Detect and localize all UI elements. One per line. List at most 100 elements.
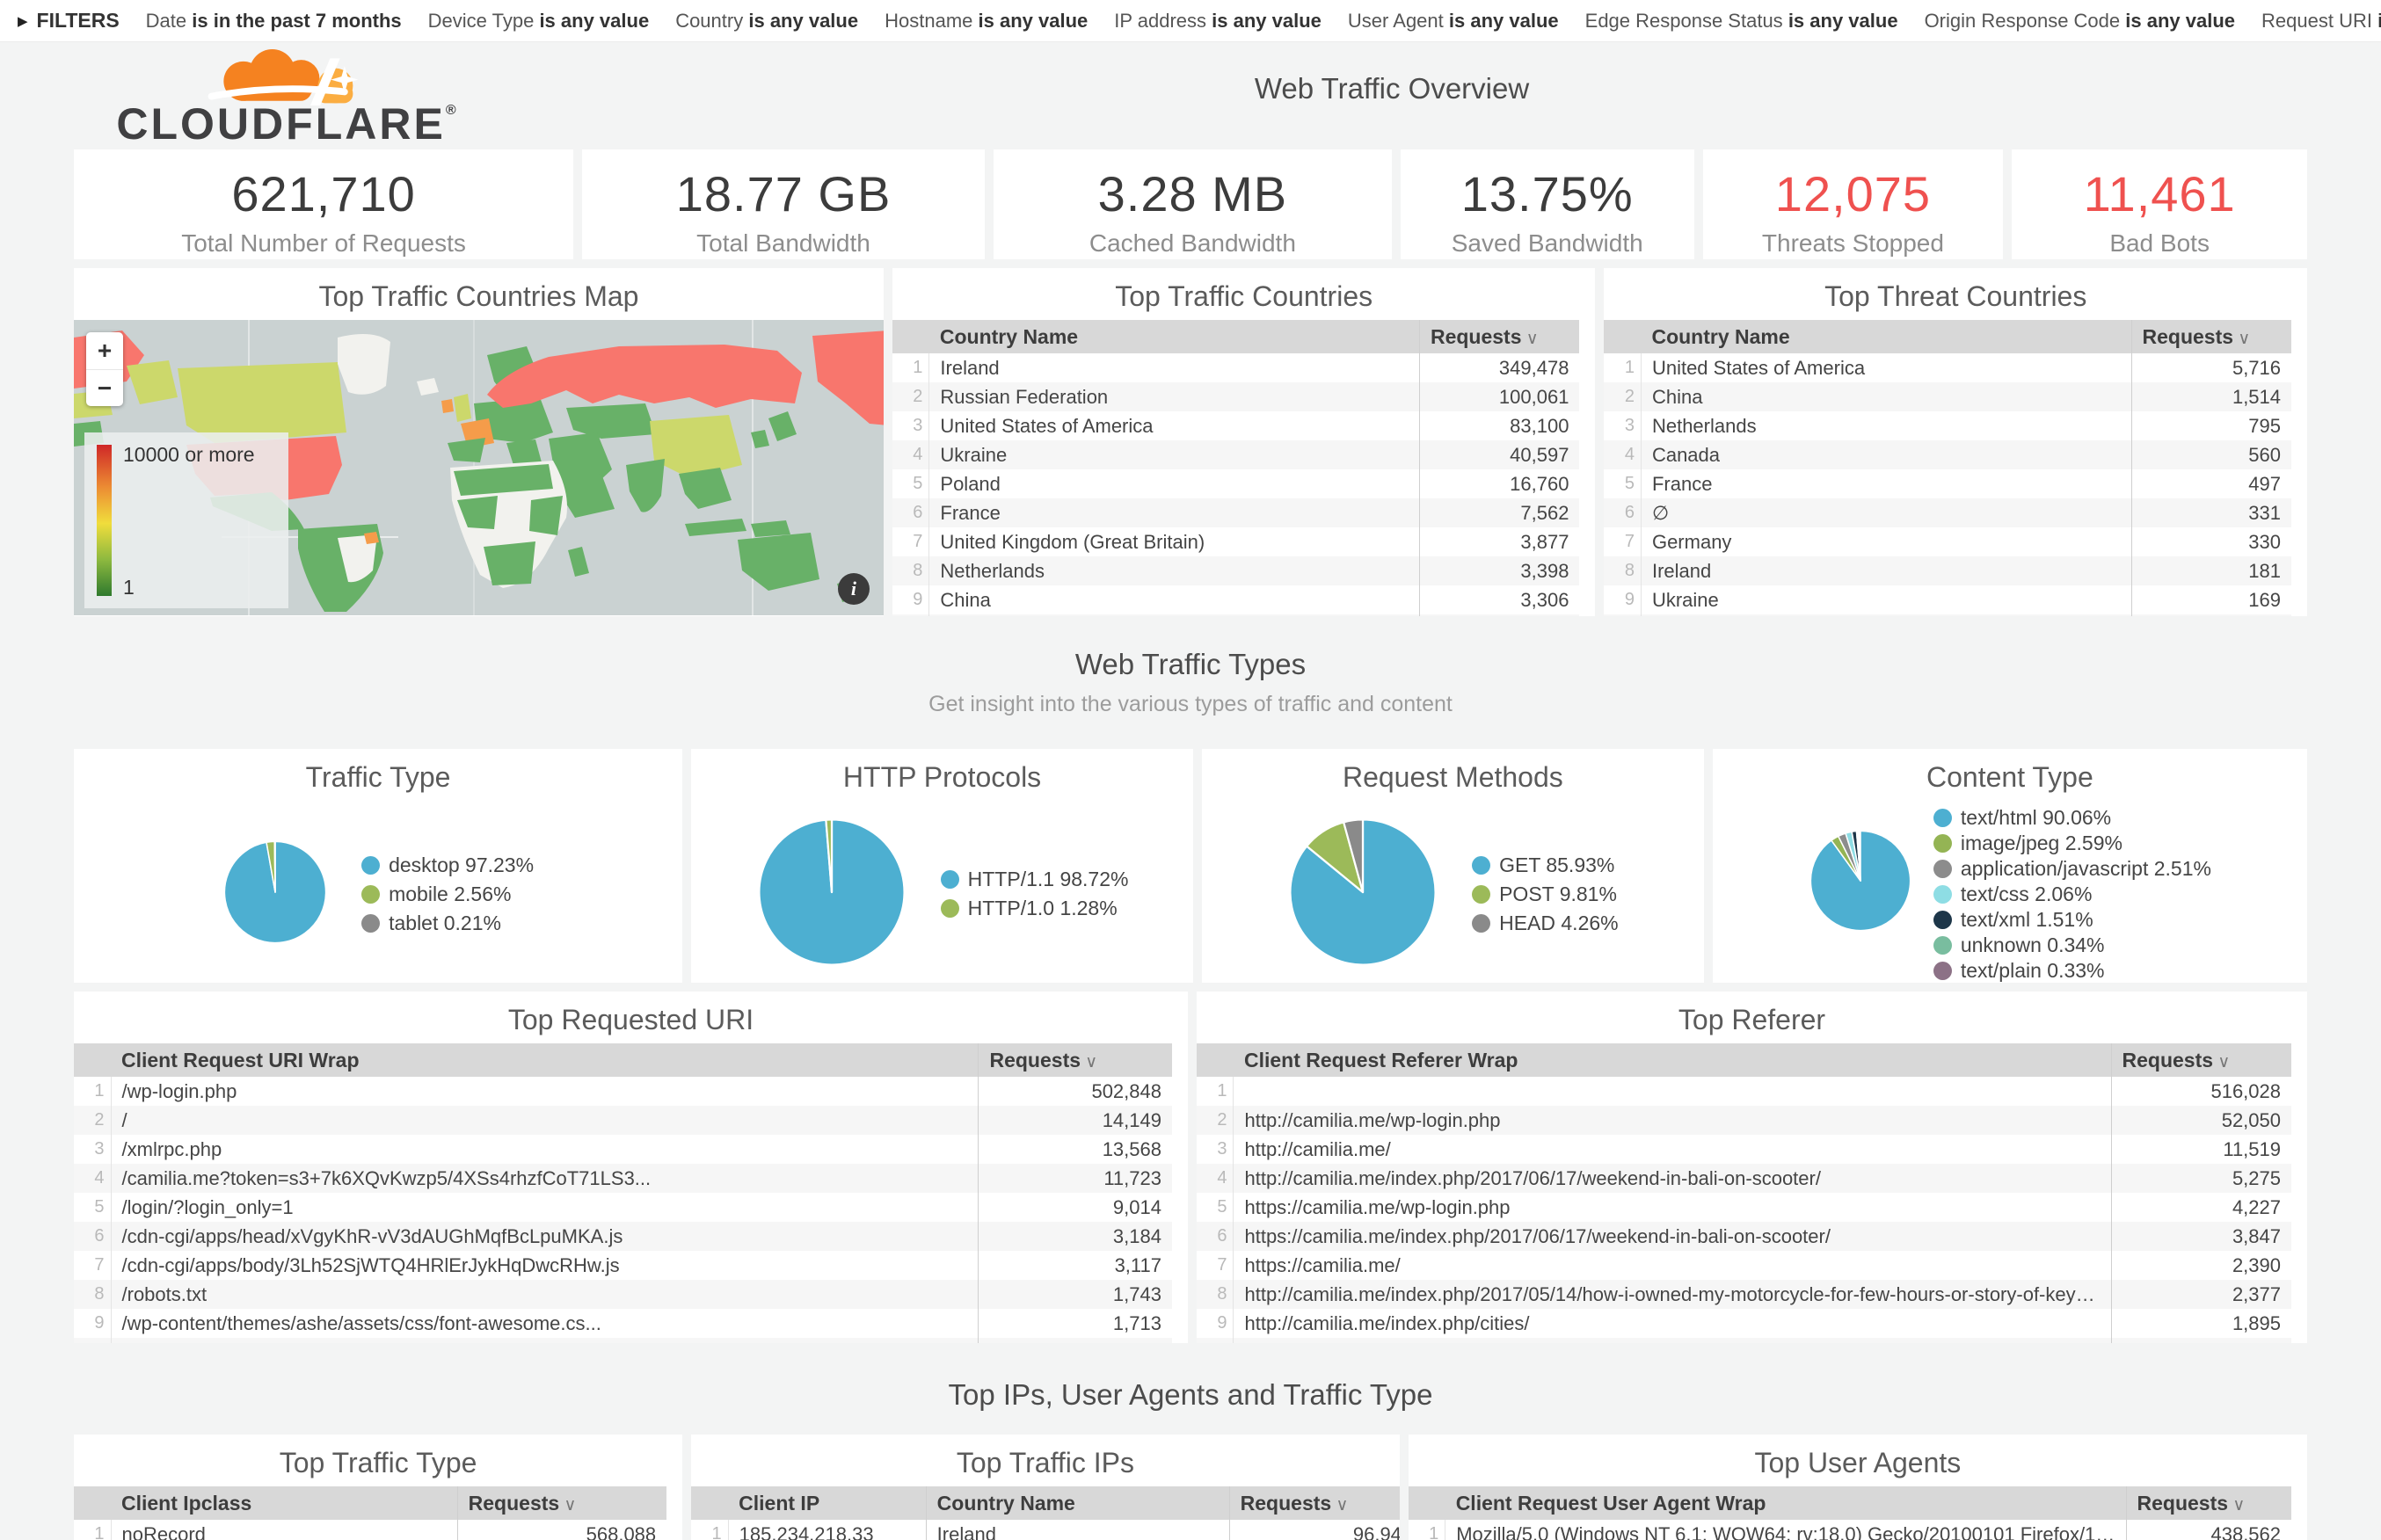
stat-label: Total Bandwidth xyxy=(582,229,985,258)
table-row[interactable]: 2China1,514 xyxy=(1604,382,2291,411)
table-cell: 40,597 xyxy=(1419,440,1579,469)
table-row[interactable]: 6/cdn-cgi/apps/head/xVgyKhR-vV3dAUGhMqfB… xyxy=(74,1222,1172,1251)
column-header[interactable]: Requests xyxy=(1419,320,1579,353)
table-row[interactable]: 8Ireland181 xyxy=(1604,556,2291,585)
column-header: Country Name xyxy=(929,320,1420,353)
table-row[interactable]: 9http://camilia.me/index.php/cities/1,89… xyxy=(1197,1309,2291,1338)
column-header[interactable]: Requests xyxy=(2126,1486,2291,1520)
table-row[interactable]: 2http://camilia.me/wp-login.php52,050 xyxy=(1197,1106,2291,1135)
table-row[interactable]: 5Poland16,760 xyxy=(892,469,1580,498)
table-cell: 11,519 xyxy=(2111,1135,2291,1164)
table-row[interactable]: 4Canada560 xyxy=(1604,440,2291,469)
map-info-button[interactable]: i xyxy=(838,573,870,605)
zoom-in-button[interactable]: + xyxy=(86,332,123,369)
table-row[interactable]: 6https://camilia.me/index.php/2017/06/17… xyxy=(1197,1222,2291,1251)
table-row[interactable]: 7United Kingdom (Great Britain)3,877 xyxy=(892,527,1580,556)
row-number: 5 xyxy=(892,469,929,498)
row-number: 5 xyxy=(1197,1193,1234,1222)
table-row[interactable]: 9China3,306 xyxy=(892,585,1580,614)
table-cell: 1,743 xyxy=(979,1280,1172,1309)
table-row[interactable]: 2Russian Federation100,061 xyxy=(892,382,1580,411)
filter-chip[interactable]: Device Type is any value xyxy=(428,10,650,33)
table-row[interactable]: 4Ukraine40,597 xyxy=(892,440,1580,469)
user-agents-table: Client Request User Agent WrapRequests1M… xyxy=(1409,1486,2307,1540)
table-row[interactable]: 1Ireland349,478 xyxy=(892,353,1580,382)
row-number: 3 xyxy=(1197,1135,1234,1164)
top-referer-table: Client Request Referer WrapRequests1516,… xyxy=(1197,1043,2307,1343)
zoom-out-button[interactable]: − xyxy=(86,369,123,406)
table-row[interactable]: 10http://camilia.me/index.php/about/1,47… xyxy=(1197,1338,2291,1343)
filter-chip[interactable]: Request URI is any value xyxy=(2261,10,2381,33)
table-row[interactable]: 10Singapore152 xyxy=(1604,614,2291,616)
row-number: 4 xyxy=(1197,1164,1234,1193)
row-number: 4 xyxy=(892,440,929,469)
column-header: Client Request User Agent Wrap xyxy=(1445,1486,2126,1520)
panel-top-traffic-countries: Top Traffic Countries Country NameReques… xyxy=(892,268,1596,616)
row-number: 10 xyxy=(74,1338,111,1343)
panel-title: Top User Agents xyxy=(1409,1435,2307,1486)
table-row[interactable]: 3http://camilia.me/11,519 xyxy=(1197,1135,2291,1164)
table-row[interactable]: 7/cdn-cgi/apps/body/3Lh52SjWTQ4HRlErJykH… xyxy=(74,1251,1172,1280)
table-cell: 3,877 xyxy=(1419,527,1579,556)
world-map[interactable]: + − 10000 or more 1 i xyxy=(74,320,884,615)
column-header[interactable]: Requests xyxy=(2131,320,2291,353)
table-row[interactable]: 5/login/?login_only=19,014 xyxy=(74,1193,1172,1222)
table-row[interactable]: 5https://camilia.me/wp-login.php4,227 xyxy=(1197,1193,2291,1222)
legend-dot xyxy=(1933,885,1952,904)
table-row[interactable]: 8http://camilia.me/index.php/2017/05/14/… xyxy=(1197,1280,2291,1309)
table-row[interactable]: 5France497 xyxy=(1604,469,2291,498)
stat-label: Threats Stopped xyxy=(1703,229,2004,258)
table-row[interactable]: 1185.234.218.33Ireland96,945 xyxy=(691,1520,1400,1540)
table-row[interactable]: 6∅331 xyxy=(1604,498,2291,527)
filter-chip[interactable]: User Agent is any value xyxy=(1348,10,1559,33)
table-cell: https://camilia.me/wp-login.php xyxy=(1234,1193,2111,1222)
column-header[interactable]: Requests xyxy=(457,1486,666,1520)
table-row[interactable]: 1516,028 xyxy=(1197,1077,2291,1106)
http-protocols-legend: HTTP/1.1 98.72% HTTP/1.0 1.28% xyxy=(941,868,1129,920)
filters-toggle[interactable]: ▶ FILTERS xyxy=(18,9,120,33)
panel-title: Traffic Type xyxy=(74,749,682,801)
filter-chip[interactable]: Edge Response Status is any value xyxy=(1585,10,1898,33)
pie-slice[interactable] xyxy=(274,841,275,892)
table-cell: 5,275 xyxy=(2111,1164,2291,1193)
filter-chip[interactable]: Country is any value xyxy=(675,10,858,33)
table-row[interactable]: 6France7,562 xyxy=(892,498,1580,527)
table-row[interactable]: 2/14,149 xyxy=(74,1106,1172,1135)
legend-item: GET 85.93% xyxy=(1472,854,1619,877)
filter-chip[interactable]: Hostname is any value xyxy=(885,10,1088,33)
stat-tile: 621,710 Total Number of Requests xyxy=(74,149,573,259)
table-cell: China xyxy=(929,585,1420,614)
table-row[interactable]: 3/xmlrpc.php13,568 xyxy=(74,1135,1172,1164)
table-row[interactable]: 8/robots.txt1,743 xyxy=(74,1280,1172,1309)
table-row[interactable]: 1United States of America5,716 xyxy=(1604,353,2291,382)
table-row[interactable]: 3Netherlands795 xyxy=(1604,411,2291,440)
table-row[interactable]: 4http://camilia.me/index.php/2017/06/17/… xyxy=(1197,1164,2291,1193)
table-row[interactable]: 7Germany330 xyxy=(1604,527,2291,556)
column-header[interactable]: Requests xyxy=(979,1043,1172,1077)
table-row[interactable]: 1noRecord568,088 xyxy=(74,1520,666,1540)
row-number: 1 xyxy=(74,1077,111,1106)
http-protocols-pie xyxy=(756,817,907,972)
table-row[interactable]: 9Ukraine169 xyxy=(1604,585,2291,614)
table-row[interactable]: 7https://camilia.me/2,390 xyxy=(1197,1251,2291,1280)
column-header[interactable]: Requests xyxy=(1229,1486,1400,1520)
pie-chart xyxy=(1809,829,1912,933)
map-zoom-control: + − xyxy=(86,332,123,406)
filter-chip[interactable]: IP address is any value xyxy=(1114,10,1322,33)
table-row[interactable]: 10/wp-content/themes/ashe/style.css?ver=… xyxy=(74,1338,1172,1343)
table-row[interactable]: 8Netherlands3,398 xyxy=(892,556,1580,585)
table-cell: http://camilia.me/index.php/about/ xyxy=(1234,1338,2111,1343)
filter-chip[interactable]: Date is in the past 7 months xyxy=(146,10,402,33)
panel-request-methods: Request Methods GET 85.93% POST 9.81% HE… xyxy=(1202,749,1704,983)
row-number: 10 xyxy=(892,614,929,616)
table-row[interactable]: 1/wp-login.php502,848 xyxy=(74,1077,1172,1106)
table-cell: /wp-content/themes/ashe/style.css?ver=4.… xyxy=(111,1338,979,1343)
table-row[interactable]: 4/camilia.me?token=s3+7k6XQvKwzp5/4XSs4r… xyxy=(74,1164,1172,1193)
column-header[interactable]: Requests xyxy=(2111,1043,2291,1077)
table-row[interactable]: 10Canada3,215 xyxy=(892,614,1580,616)
table-row[interactable]: 9/wp-content/themes/ashe/assets/css/font… xyxy=(74,1309,1172,1338)
table-row[interactable]: 3United States of America83,100 xyxy=(892,411,1580,440)
table-row[interactable]: 1Mozilla/5.0 (Windows NT 6.1; WOW64; rv:… xyxy=(1409,1520,2291,1540)
legend-label: text/plain 0.33% xyxy=(1961,959,2105,983)
filter-chip[interactable]: Origin Response Code is any value xyxy=(1925,10,2235,33)
